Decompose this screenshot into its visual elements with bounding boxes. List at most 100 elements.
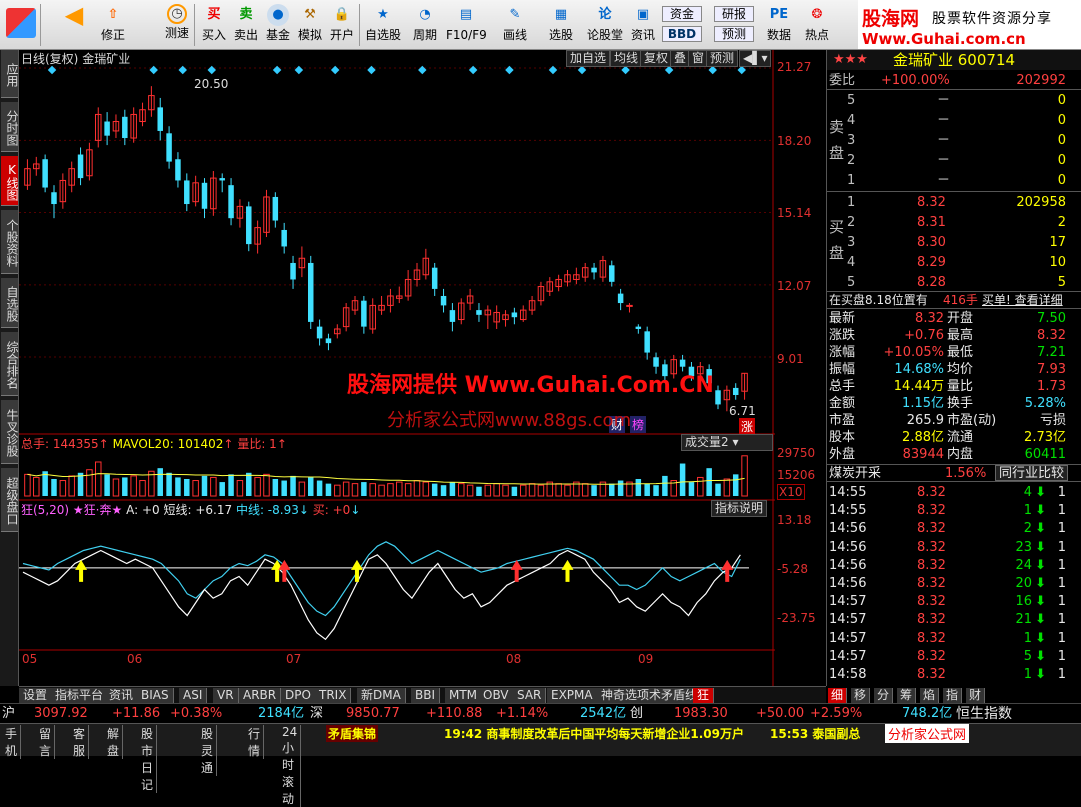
indicator-tab[interactable]: MTM: [445, 688, 483, 703]
tab-timeshare[interactable]: 分时图: [1, 102, 19, 152]
industry-compare-button[interactable]: 同行业比较: [995, 465, 1069, 481]
volume-selector[interactable]: 成交量2 ▾: [681, 434, 773, 451]
add-watch-button[interactable]: 加自选: [566, 50, 611, 67]
status-item[interactable]: 手机: [2, 725, 22, 759]
tab-diagnose[interactable]: 牛叉诊股: [1, 400, 19, 464]
sell-button[interactable]: 卖卖出: [229, 2, 263, 48]
status-item[interactable]: 股市日记: [138, 725, 158, 793]
ma-button[interactable]: 均线: [610, 50, 643, 67]
status-item[interactable]: 解盘: [104, 725, 124, 759]
ask-level: 1: [847, 173, 856, 188]
news-button[interactable]: ▣ 资讯: [626, 2, 660, 48]
status-item[interactable]: 24小时滚动: [279, 725, 302, 807]
stat-value: 7.50: [1037, 311, 1066, 326]
watch-button[interactable]: ★ 自选股: [362, 2, 404, 48]
tab-orderbook[interactable]: 超级盘口: [1, 468, 19, 532]
quote-tab[interactable]: 细: [828, 688, 848, 703]
stock-name: 金瑞矿业: [82, 52, 131, 66]
stat-row: 外盘 83944 内盘 60411: [827, 446, 1081, 463]
predict-button[interactable]: 预测: [706, 50, 739, 67]
candle-body: [175, 159, 181, 181]
volume-bar: [609, 483, 615, 496]
volume-bar: [653, 485, 659, 496]
indicator-tab[interactable]: BBI: [411, 688, 441, 703]
indicator-tab[interactable]: 指标平台: [51, 688, 109, 703]
status-ticker[interactable]: 矛盾集锦: [326, 725, 379, 742]
volume-bar: [644, 483, 650, 496]
quote-tab[interactable]: 分: [874, 688, 894, 703]
indicator-tab[interactable]: 新DMA: [357, 688, 406, 703]
tick-row: 14:57 8.32 5 ⬇ 1: [827, 648, 1081, 666]
period-button[interactable]: ◔ 周期: [408, 2, 442, 48]
indicator-tab[interactable]: VR: [213, 688, 239, 703]
indicator-tab[interactable]: 资讯: [105, 688, 139, 703]
fix-button[interactable]: ⇧ 修正: [96, 2, 130, 48]
tab-watchlist[interactable]: 自选股: [1, 278, 19, 328]
month-label: 07: [286, 652, 302, 666]
indicator-help-button[interactable]: 指标说明: [711, 500, 768, 517]
fund-button[interactable]: ● 基金: [261, 2, 295, 48]
data-button[interactable]: PE 数据: [762, 2, 796, 48]
indicator-tab[interactable]: EXPMA: [547, 688, 598, 703]
open-button[interactable]: 🔒 开户: [325, 2, 359, 48]
forum-button[interactable]: 论论股堂: [586, 2, 624, 48]
menu-dropdown-icon[interactable]: ◀▌▾: [739, 50, 771, 67]
candle-body: [591, 267, 597, 273]
tab-profile[interactable]: 个股资料: [1, 210, 19, 274]
sz-index-label: 深: [310, 706, 324, 721]
funds-button[interactable]: 资金 BBD: [662, 2, 702, 48]
adjust-button[interactable]: 复权: [640, 50, 673, 67]
news-headline-2[interactable]: 15:53 泰国副总: [770, 725, 860, 742]
position-detail-link[interactable]: 买单! 查看详细: [982, 291, 1063, 309]
tab-ranking[interactable]: 综合排名: [1, 332, 19, 396]
test-button[interactable]: ◷ 测速: [160, 2, 194, 48]
tab-kline[interactable]: K线图: [1, 156, 19, 206]
indicator-tab[interactable]: BIAS: [137, 688, 174, 703]
home-icon[interactable]: [4, 2, 38, 48]
pick-button[interactable]: ▦ 选股: [544, 2, 578, 48]
indicator-tab[interactable]: DPO: [281, 688, 316, 703]
sim-button[interactable]: ⚒ 模拟: [293, 2, 327, 48]
quote-tab[interactable]: 财: [966, 688, 986, 703]
hot-button[interactable]: ❂ 热点: [800, 2, 834, 48]
volume-bar: [449, 482, 456, 496]
tab-apps[interactable]: 应用: [1, 50, 19, 98]
volume-bar: [122, 477, 128, 496]
indicator-tab[interactable]: OBV: [479, 688, 514, 703]
window-button[interactable]: 窗: [688, 50, 709, 67]
price-tick: 15.14: [777, 206, 812, 220]
back-button[interactable]: ◀: [54, 2, 94, 48]
indicator-tab[interactable]: ASI: [179, 688, 208, 703]
draw-button[interactable]: ✎ 画线: [498, 2, 532, 48]
volume-bar: [184, 478, 190, 496]
status-item[interactable]: 客服: [70, 725, 90, 759]
quote-tab[interactable]: 焰: [920, 688, 940, 703]
bid-price: 8.28: [917, 275, 946, 290]
bid-level: 1: [847, 195, 856, 210]
indicator-tab[interactable]: TRIX: [315, 688, 352, 703]
rank-badge[interactable]: 榜: [630, 416, 647, 433]
status-item[interactable]: 行情: [245, 725, 265, 759]
limit-up-badge[interactable]: 涨: [739, 418, 756, 435]
candle-body: [325, 338, 332, 344]
volume-bar: [511, 486, 518, 496]
bid-level: 3: [847, 235, 856, 250]
status-item[interactable]: 留言: [36, 725, 56, 759]
quote-tab[interactable]: 筹: [897, 688, 917, 703]
tick-row: 14:57 8.32 16 ⬇ 1: [827, 593, 1081, 611]
indicator-tab[interactable]: 设置: [19, 688, 53, 703]
indicator-tab[interactable]: 神奇选项术矛盾线: [597, 688, 703, 703]
quote-tab[interactable]: 指: [943, 688, 963, 703]
news-headline[interactable]: 19:42 商事制度改革后中国平均每天新增企业1.09万户: [444, 725, 744, 742]
report-button[interactable]: 研报 预测: [714, 2, 754, 48]
quote-tab[interactable]: 移: [851, 688, 871, 703]
indicator-tab[interactable]: ARBR: [239, 688, 282, 703]
candle-body: [272, 196, 279, 221]
buy-button[interactable]: 买买入: [197, 2, 231, 48]
status-item[interactable]: 股灵通: [198, 725, 218, 776]
stat-value: 2.88亿: [902, 430, 944, 445]
indicator-tab[interactable]: 狂: [693, 688, 715, 703]
f10-button[interactable]: ▤ F10/F9: [446, 2, 487, 48]
overlay-button[interactable]: 叠: [670, 50, 691, 67]
indicator-tab[interactable]: SAR: [513, 688, 547, 703]
